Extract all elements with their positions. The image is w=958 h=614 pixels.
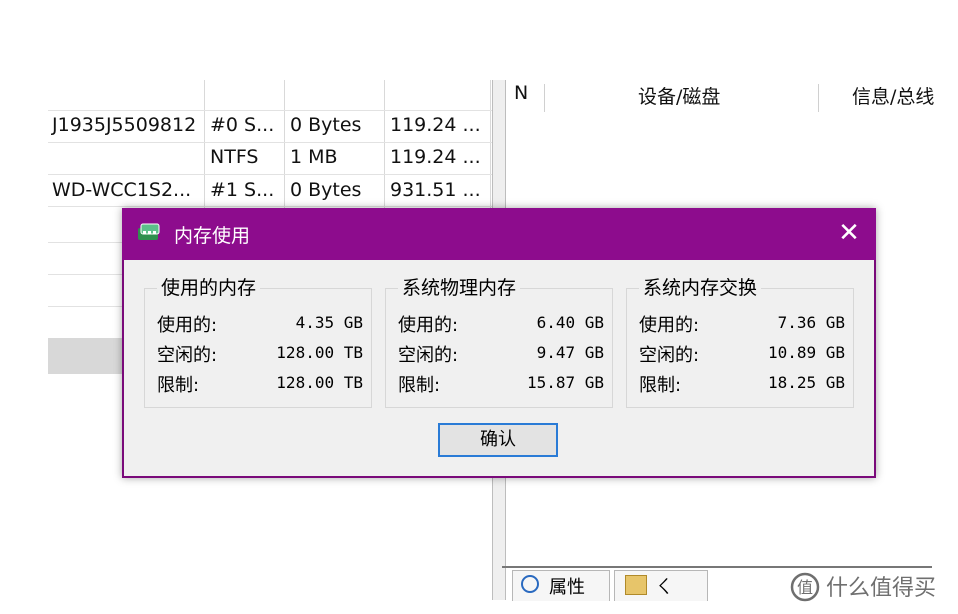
memory-chip-icon [138,223,160,240]
row-divider [48,110,492,111]
stat-value: 4.35 GB [295,313,363,332]
stat-row: 限制: 18.25 GB [639,371,845,399]
stat-row: 空闲的: 128.00 TB [157,341,363,369]
table-cell[interactable]: NTFS [210,146,258,168]
column-header-device[interactable]: 设备/磁盘 [638,82,720,109]
table-cell[interactable]: 0 Bytes [290,114,361,136]
stat-label: 空闲的: [639,345,700,366]
stat-label: 限制: [157,375,200,396]
folder-icon [625,575,647,595]
watermark-text: 什么值得买 [826,576,937,601]
stat-row: 空闲的: 10.89 GB [639,341,845,369]
stat-label: 空闲的: [157,345,218,366]
used-memory-group: 使用的内存 使用的: 4.35 GB 空闲的: 128.00 TB 限制: 12… [144,273,372,408]
row-divider [48,174,492,175]
ok-button[interactable]: 确认 [438,423,558,457]
stat-label: 限制: [398,375,441,396]
tab-second[interactable]: ㄑ [614,570,708,601]
pane-border [502,566,932,568]
row-divider [48,206,492,207]
table-cell[interactable]: 119.24 ... [390,114,481,136]
dialog-titlebar[interactable]: 内存使用 ✕ [122,208,876,260]
table-cell[interactable]: 0 Bytes [290,179,361,201]
stat-label: 使用的: [157,315,218,336]
table-cell[interactable]: 931.51 ... [390,179,481,201]
stat-label: 限制: [639,375,682,396]
table-cell[interactable]: #1 S... [210,179,274,201]
close-icon: ✕ [838,218,860,248]
header-divider [818,84,819,112]
stat-row: 使用的: 4.35 GB [157,311,363,339]
header-divider [544,84,545,112]
stat-label: 使用的: [398,315,459,336]
tab-label: ㄑ [655,577,673,598]
stat-value: 10.89 GB [767,343,845,362]
tab-label: 属性 [549,577,585,598]
stat-value: 7.36 GB [777,313,845,332]
table-cell[interactable]: 119.24 ... [390,146,481,168]
stat-row: 限制: 128.00 TB [157,371,363,399]
row-divider [48,142,492,143]
stat-label: 空闲的: [398,345,459,366]
column-header-info[interactable]: 信息/总线 [852,82,934,109]
zhide-logo-icon: 值 [790,572,820,602]
table-cell[interactable]: #0 S... [210,114,274,136]
stat-value: 6.40 GB [536,313,604,332]
stat-row: 使用的: 7.36 GB [639,311,845,339]
swap-memory-group: 系统内存交换 使用的: 7.36 GB 空闲的: 10.89 GB 限制: 18… [626,273,854,408]
stat-row: 限制: 15.87 GB [398,371,604,399]
physical-memory-group: 系统物理内存 使用的: 6.40 GB 空闲的: 9.47 GB 限制: 15.… [385,273,613,408]
stat-row: 空闲的: 9.47 GB [398,341,604,369]
stat-row: 使用的: 6.40 GB [398,311,604,339]
table-cell[interactable]: 1 MB [290,146,338,168]
group-title: 使用的内存 [157,273,261,300]
close-button[interactable]: ✕ [834,218,864,248]
stat-value: 128.00 TB [276,343,363,362]
stat-value: 15.87 GB [526,373,604,392]
stat-value: 128.00 TB [276,373,363,392]
tab-properties[interactable]: 属性 [512,570,610,601]
memory-usage-dialog: 内存使用 ✕ 使用的内存 使用的: 4.35 GB 空闲的: 128.00 TB… [122,208,876,478]
stat-value: 18.25 GB [767,373,845,392]
table-cell[interactable]: J1935J5509812 [52,114,196,136]
dialog-body: 使用的内存 使用的: 4.35 GB 空闲的: 128.00 TB 限制: 12… [124,260,874,476]
dialog-title: 内存使用 [174,225,251,247]
table-cell[interactable]: WD-WCC1S2... [52,179,191,201]
column-header-n[interactable]: N [514,82,528,104]
svg-text:值: 值 [797,578,813,597]
stat-label: 使用的: [639,315,700,336]
info-icon [521,575,539,593]
group-title: 系统内存交换 [639,273,762,300]
group-title: 系统物理内存 [398,273,521,300]
stat-value: 9.47 GB [536,343,604,362]
